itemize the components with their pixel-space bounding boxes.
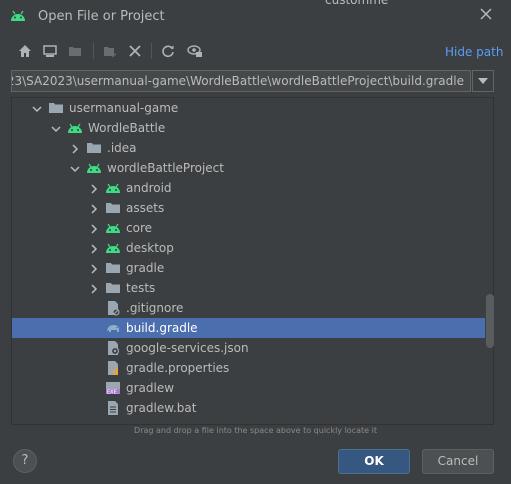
svg-text:EXE: EXE <box>107 390 117 396</box>
tree-item-label: gradlew.bat <box>126 401 197 415</box>
toolbar <box>0 38 511 66</box>
drag-drop-hint: Drag and drop a file into the space abov… <box>134 426 377 435</box>
android-module-icon <box>105 180 121 196</box>
android-module-icon <box>67 120 83 136</box>
tree-item[interactable]: android <box>12 178 485 198</box>
tree-item[interactable]: gradle <box>12 258 485 278</box>
title-bar: Open File or Project customme <box>0 0 511 33</box>
refresh-icon[interactable] <box>159 42 177 60</box>
android-module-icon <box>86 160 102 176</box>
chevron-right-icon[interactable] <box>89 263 99 274</box>
tree-item[interactable]: google-services.json <box>12 338 485 358</box>
folder-icon <box>86 140 102 156</box>
path-input[interactable]: pring2023\SA2023\usermanual-game\WordleB… <box>11 70 471 92</box>
tree-item-label: gradlew <box>126 381 175 395</box>
ok-button[interactable]: OK <box>338 449 410 474</box>
chevron-right-icon[interactable] <box>89 203 99 214</box>
tree-item-label: android <box>126 181 172 195</box>
delete-icon[interactable] <box>126 42 144 60</box>
home-icon[interactable] <box>16 42 34 60</box>
folder-icon <box>105 260 121 276</box>
hide-path-link[interactable]: Hide path <box>445 45 503 59</box>
tree-item-label: assets <box>126 201 165 215</box>
tree-item-label: .gitignore <box>126 301 184 315</box>
tree-item[interactable]: tests <box>12 278 485 298</box>
tree-item[interactable]: WordleBattle <box>12 118 485 138</box>
tree-item-label: gradle.properties <box>126 361 230 375</box>
text-file-icon <box>105 400 121 416</box>
chevron-right-icon[interactable] <box>89 283 99 294</box>
tree-item-label: .idea <box>107 141 137 155</box>
cancel-button[interactable]: Cancel <box>422 449 494 474</box>
chevron-right-icon[interactable] <box>89 223 99 234</box>
chevron-down-icon[interactable] <box>51 123 61 133</box>
tree-item-label: google-services.json <box>126 341 249 355</box>
path-history-dropdown[interactable] <box>472 70 494 92</box>
tree-item-label: WordleBattle <box>88 121 166 135</box>
android-module-icon <box>105 220 121 236</box>
chevron-down-icon <box>478 78 488 84</box>
tree-item[interactable]: wordleBattleProject <box>12 158 485 178</box>
tree-scrollbar-thumb[interactable] <box>486 294 494 348</box>
tree-item[interactable]: assets <box>12 198 485 218</box>
tree-item[interactable]: desktop <box>12 238 485 258</box>
tree-item[interactable]: .gitignore <box>12 298 485 318</box>
path-input-value: pring2023\SA2023\usermanual-game\WordleB… <box>12 74 464 88</box>
executable-file-icon: EXE <box>105 380 121 396</box>
chevron-right-icon[interactable] <box>89 183 99 194</box>
file-tree[interactable]: usermanual-game WordleBattle .idea wordleBa… <box>11 97 494 425</box>
chevron-right-icon[interactable] <box>89 243 99 254</box>
tree-item[interactable]: core <box>12 218 485 238</box>
dialog-title: Open File or Project <box>38 9 165 24</box>
close-button[interactable] <box>476 5 496 25</box>
tree-item[interactable]: .idea <box>12 138 485 158</box>
tree-item-label: usermanual-game <box>69 101 179 115</box>
tree-item-label: core <box>126 221 152 235</box>
chevron-down-icon[interactable] <box>32 103 42 113</box>
tree-item-label: tests <box>126 281 156 295</box>
tree-item-label: build.gradle <box>126 321 198 335</box>
tree-item[interactable]: gradlew.bat <box>12 398 485 418</box>
toolbar-separator <box>93 43 94 59</box>
gradle-file-icon <box>105 320 121 336</box>
android-module-icon <box>105 240 121 256</box>
tree-item[interactable]: usermanual-game <box>12 98 485 118</box>
tree-item[interactable]: gradle.properties <box>12 358 485 378</box>
tree-item[interactable]: EXE gradlew <box>12 378 485 398</box>
folder-icon <box>105 200 121 216</box>
close-icon <box>480 8 492 20</box>
background-window-text: customme <box>325 0 389 7</box>
tree-item-label: gradle <box>126 261 165 275</box>
tree-item-label: wordleBattleProject <box>107 161 224 175</box>
project-folder-icon[interactable] <box>66 42 84 60</box>
chevron-right-icon[interactable] <box>70 143 80 154</box>
android-studio-logo-icon <box>9 8 27 25</box>
new-folder-icon[interactable] <box>101 42 119 60</box>
desktop-icon[interactable] <box>41 42 59 60</box>
help-button[interactable]: ? <box>13 449 37 473</box>
folder-icon <box>105 280 121 296</box>
chevron-down-icon[interactable] <box>70 163 80 173</box>
show-hidden-icon[interactable] <box>186 42 204 60</box>
properties-file-icon <box>105 360 121 376</box>
toolbar-separator <box>151 43 152 59</box>
folder-icon <box>48 100 64 116</box>
tree-item[interactable]: build.gradle <box>12 318 485 338</box>
gitignore-file-icon <box>105 300 121 316</box>
json-file-icon <box>105 340 121 356</box>
tree-item-label: desktop <box>126 241 174 255</box>
